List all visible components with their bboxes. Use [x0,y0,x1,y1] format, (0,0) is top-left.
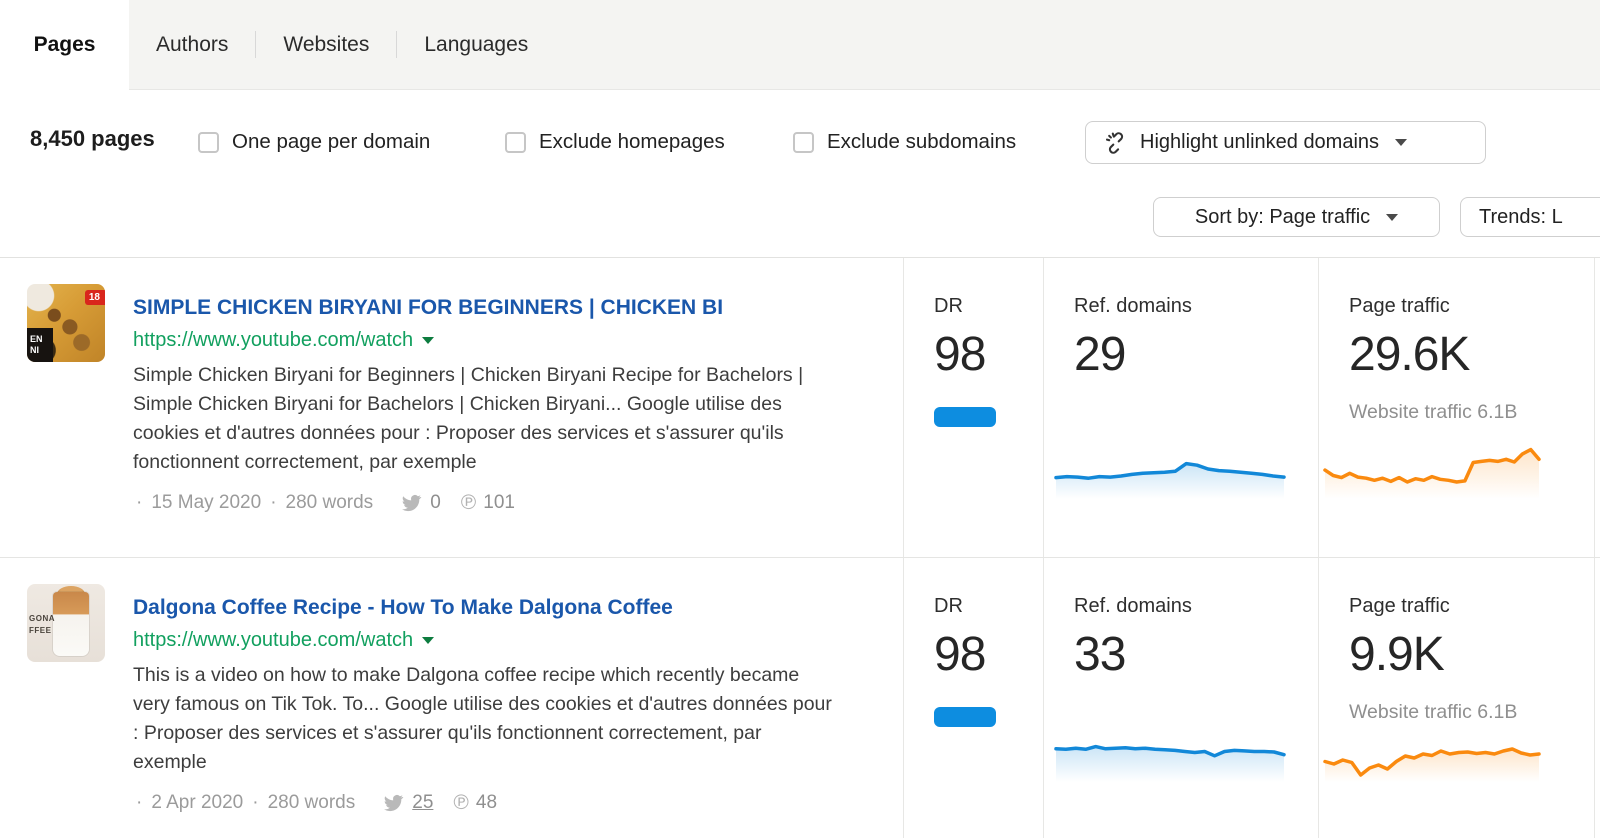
checkbox-label: One page per domain [232,130,430,154]
dr-label: DR [934,594,1043,618]
ref-domains-value: 29 [1074,330,1318,380]
url-dropdown-caret-icon[interactable] [422,337,434,344]
page-traffic-sparkline [1323,437,1541,499]
checkbox-box[interactable] [793,132,814,153]
dr-column: DR 98 [903,558,1043,838]
result-meta: · 15 May 2020 · 280 words 0 ℗ 101 [133,491,833,515]
checkbox-one-page-per-domain[interactable]: One page per domain [198,130,430,154]
ref-domains-column: Ref. domains 33 [1043,558,1318,838]
page-traffic-value: 29.6K [1349,330,1594,380]
meta-dot: · [270,492,276,514]
column-divider [1594,558,1600,838]
url-dropdown-caret-icon[interactable] [422,637,434,644]
result-row: GONA FFEE Dalgona Coffee Recipe - How To… [0,557,1600,838]
result-url-link[interactable]: https://www.youtube.com/watch [133,629,413,652]
sort-button-label: Sort by: Page traffic [1195,206,1370,229]
tab-bar: Pages Authors Websites Languages [0,0,1600,90]
chevron-down-icon [1386,214,1398,221]
twitter-icon [381,791,405,815]
tab-websites[interactable]: Websites [256,0,396,89]
ref-domains-sparkline [1054,720,1286,782]
checkbox-label: Exclude subdomains [827,130,1016,154]
column-divider [1594,258,1600,557]
pinterest-icon: ℗ [461,491,476,515]
meta-dot: · [136,492,142,514]
ref-domains-label: Ref. domains [1074,294,1318,318]
page-traffic-label: Page traffic [1349,294,1594,318]
result-meta: · 2 Apr 2020 · 280 words 25 ℗ 48 [133,791,833,815]
highlight-button-label: Highlight unlinked domains [1140,131,1379,154]
ref-domains-column: Ref. domains 29 [1043,258,1318,557]
website-traffic: Website traffic 6.1B [1349,701,1594,724]
sort-by-button[interactable]: Sort by: Page traffic [1153,197,1440,237]
publish-date: 2 Apr 2020 [151,792,243,814]
result-thumbnail: GONA FFEE [27,584,105,662]
result-url-link[interactable]: https://www.youtube.com/watch [133,329,413,352]
pages-count: 8,450 pages [30,126,155,152]
page-traffic-column: Page traffic 9.9K Website traffic 6.1B [1318,558,1594,838]
tab-pages[interactable]: Pages [0,0,129,90]
trends-button[interactable]: Trends: L [1460,197,1600,237]
pinterest-count[interactable]: 101 [483,492,515,514]
twitter-count[interactable]: 25 [412,792,433,814]
result-main: 18 ENNI SIMPLE CHICKEN BIRYANI FOR BEGIN… [0,258,903,557]
twitter-count[interactable]: 0 [430,492,441,514]
publish-date: 15 May 2020 [151,492,261,514]
website-traffic: Website traffic 6.1B [1349,401,1594,424]
checkbox-exclude-subdomains[interactable]: Exclude subdomains [793,130,1016,154]
trends-button-label: Trends: L [1479,206,1563,229]
broken-link-icon [1104,131,1128,155]
page-traffic-column: Page traffic 29.6K Website traffic 6.1B [1318,258,1594,557]
checkbox-exclude-homepages[interactable]: Exclude homepages [505,130,725,154]
word-count: 280 words [268,792,356,814]
chevron-down-icon [1395,139,1407,146]
result-description: Simple Chicken Biryani for Beginners | C… [133,361,833,477]
meta-dot: · [136,792,142,814]
ref-domains-sparkline [1054,437,1286,499]
word-count: 280 words [286,492,374,514]
filters-toolbar: 8,450 pages One page per domain Exclude … [0,90,1600,258]
page-traffic-label: Page traffic [1349,594,1594,618]
thumbnail-caption: ENNI [27,328,53,362]
checkbox-label: Exclude homepages [539,130,725,154]
ref-domains-value: 33 [1074,630,1318,680]
result-main: GONA FFEE Dalgona Coffee Recipe - How To… [0,558,903,838]
result-title-link[interactable]: Dalgona Coffee Recipe - How To Make Dalg… [133,596,833,620]
pinterest-count[interactable]: 48 [476,792,497,814]
thumbnail-badge: 18 [85,290,105,305]
thumbnail-caption: FFEE [29,626,51,635]
dr-value: 98 [934,630,1043,680]
highlight-unlinked-domains-button[interactable]: Highlight unlinked domains [1085,121,1486,164]
ref-domains-label: Ref. domains [1074,594,1318,618]
tab-languages[interactable]: Languages [397,0,555,89]
result-row: 18 ENNI SIMPLE CHICKEN BIRYANI FOR BEGIN… [0,258,1600,557]
checkbox-box[interactable] [505,132,526,153]
page-traffic-value: 9.9K [1349,630,1594,680]
tab-authors[interactable]: Authors [129,0,255,89]
result-title-link[interactable]: SIMPLE CHICKEN BIRYANI FOR BEGINNERS | C… [133,296,833,320]
dr-bar [934,407,996,427]
twitter-icon [399,491,423,515]
dr-column: DR 98 [903,258,1043,557]
thumbnail-caption: GONA [29,614,55,623]
result-thumbnail: 18 ENNI [27,284,105,362]
meta-dot: · [252,792,258,814]
pinterest-icon: ℗ [453,791,468,815]
page-traffic-sparkline [1323,724,1541,786]
dr-label: DR [934,294,1043,318]
checkbox-box[interactable] [198,132,219,153]
dr-value: 98 [934,330,1043,380]
result-description: This is a video on how to make Dalgona c… [133,661,833,777]
dr-bar [934,707,996,727]
